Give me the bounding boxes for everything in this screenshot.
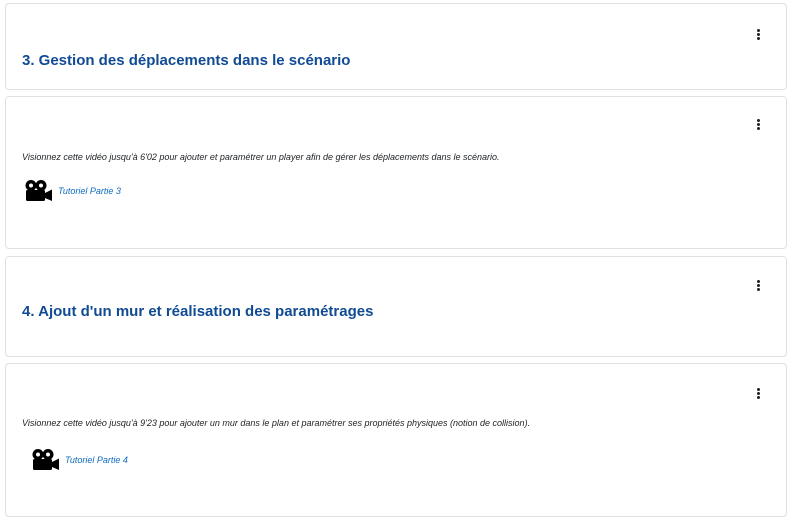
kebab-menu-icon[interactable] [756,280,760,292]
video-camera-icon [25,180,52,201]
section-title-4[interactable]: 4. Ajout d'un mur et réalisation des par… [22,303,373,320]
video-camera-icon [32,449,59,470]
section-card-3: 3. Gestion des déplacements dans le scén… [5,3,787,90]
activity-card-tutoriel-4: Visionnez cette vidéo jusqu'à 9'23 pour … [5,363,787,517]
activity-description: Visionnez cette vidéo jusqu'à 9'23 pour … [22,418,531,428]
kebab-menu-icon[interactable] [756,388,760,400]
activity-link-label[interactable]: Tutoriel Partie 3 [58,186,121,196]
section-card-4: 4. Ajout d'un mur et réalisation des par… [5,256,787,357]
kebab-menu-icon[interactable] [756,119,760,131]
activity-description: Visionnez cette vidéo jusqu'à 6'02 pour … [22,152,500,162]
tutoriel-partie-4-link[interactable]: Tutoriel Partie 4 [30,448,128,472]
section-title-3[interactable]: 3. Gestion des déplacements dans le scén… [22,52,350,69]
kebab-menu-icon[interactable] [756,29,760,41]
activity-card-tutoriel-3: Visionnez cette vidéo jusqu'à 6'02 pour … [5,96,787,249]
tutoriel-partie-3-link[interactable]: Tutoriel Partie 3 [23,179,121,203]
activity-link-label[interactable]: Tutoriel Partie 4 [65,455,128,465]
